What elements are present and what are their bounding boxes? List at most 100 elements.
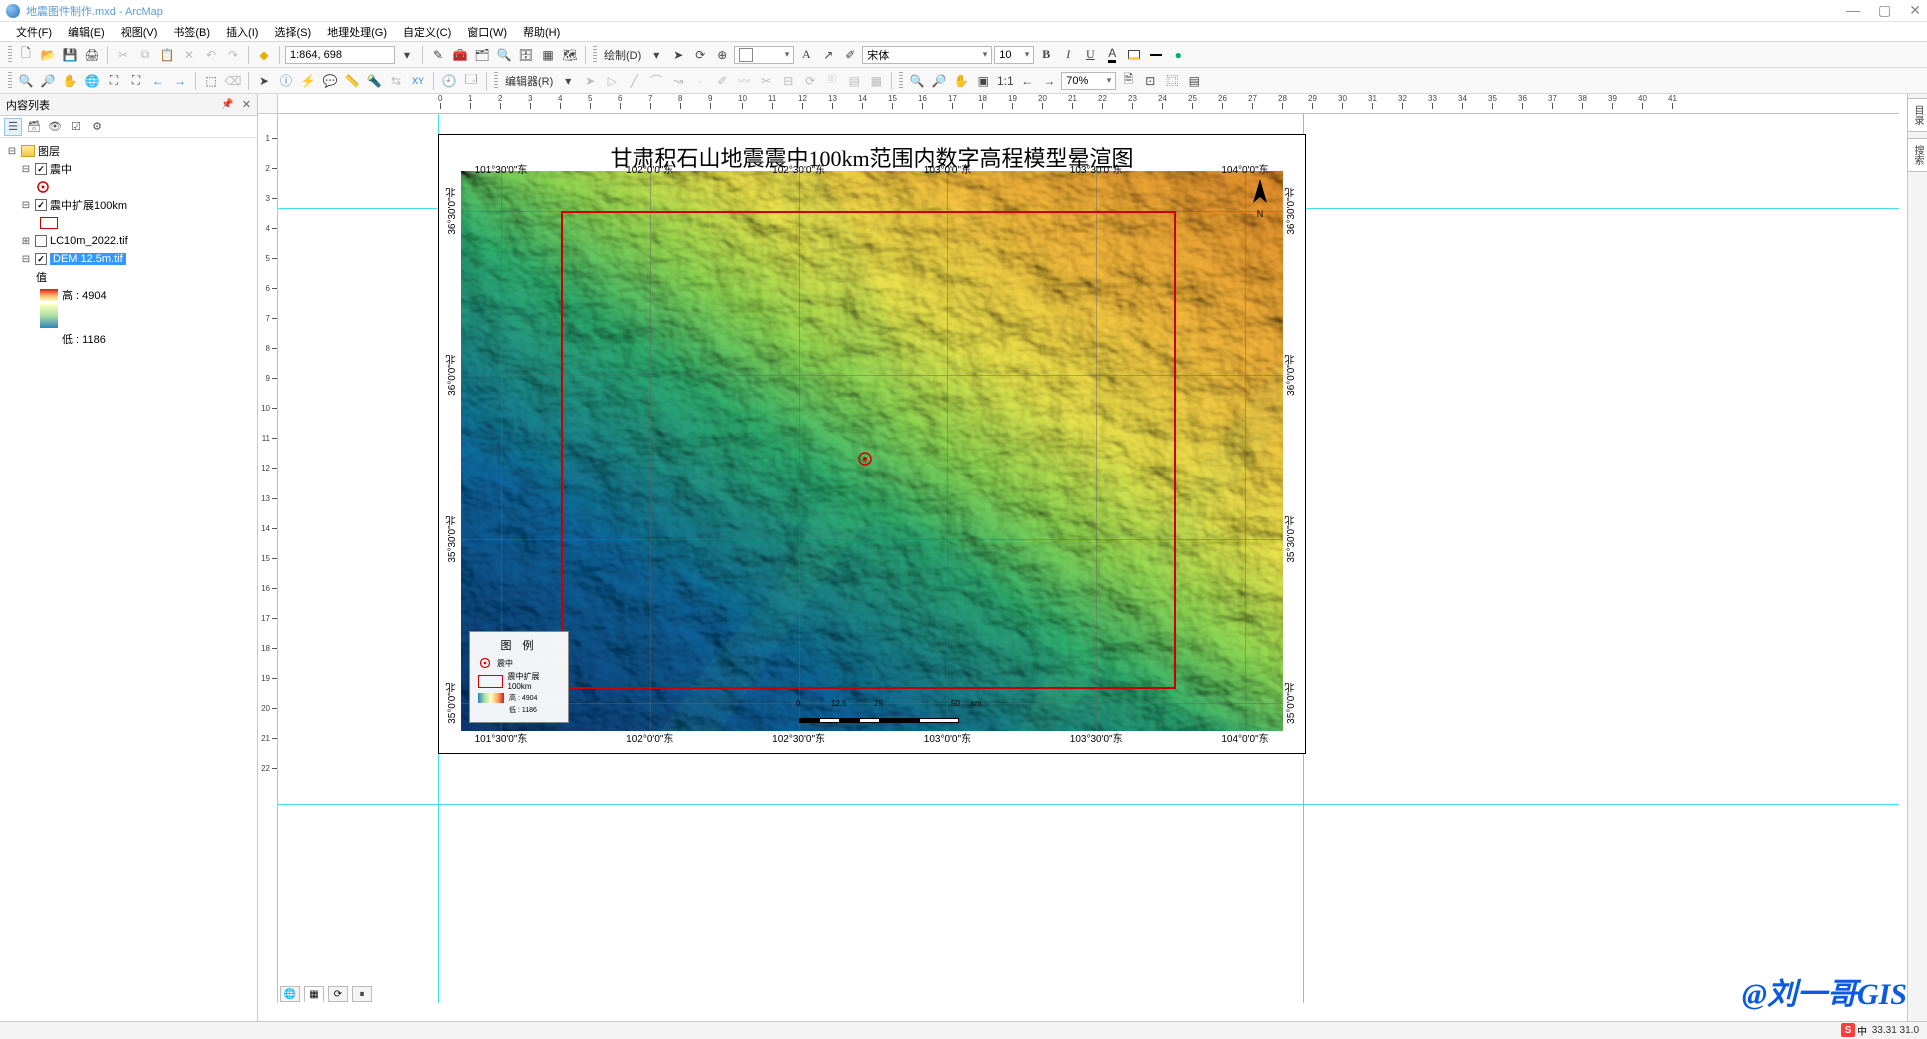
edit-vertices[interactable]: ✐ <box>840 45 860 65</box>
toc-layer-extent[interactable]: ⊟ 震中扩展100km <box>2 196 255 214</box>
menu-customize[interactable]: 自定义(C) <box>395 22 459 42</box>
north-arrow-icon[interactable]: N <box>1245 179 1275 219</box>
layout-whole-page[interactable]: ▣ <box>973 71 993 91</box>
refresh-view-button[interactable]: ⟳ <box>328 986 348 1002</box>
layout-100[interactable]: 1:1 <box>995 71 1015 91</box>
trace-tool[interactable]: ↝ <box>668 71 688 91</box>
find-button[interactable]: 🔦 <box>364 71 384 91</box>
full-extent-button[interactable]: 🌐 <box>82 71 102 91</box>
dock-tab-catalog[interactable]: 目录 <box>1907 98 1927 132</box>
editor-dropdown[interactable]: ▾ <box>558 71 578 91</box>
menu-help[interactable]: 帮助(H) <box>515 22 568 42</box>
print-button[interactable]: 🖨 <box>82 45 102 65</box>
edit-vertices2[interactable]: ✐ <box>712 71 732 91</box>
toc-list-by-selection[interactable]: ☑ <box>67 118 85 136</box>
layer-checkbox[interactable] <box>35 235 47 247</box>
create-viewer-button[interactable]: 🗔 <box>461 71 481 91</box>
search-button[interactable]: 🔍 <box>494 45 514 65</box>
open-button[interactable]: 📂 <box>38 45 58 65</box>
change-layout[interactable]: ⿴ <box>1162 71 1182 91</box>
marker-color-button[interactable]: ● <box>1168 45 1188 65</box>
scale-dropdown[interactable]: ▾ <box>397 45 417 65</box>
line-color-button[interactable] <box>1146 45 1166 65</box>
layout-pan[interactable]: ✋ <box>951 71 971 91</box>
fixed-zoom-out[interactable]: ⛶ <box>126 71 146 91</box>
toc-list-by-visibility[interactable]: 👁 <box>46 118 64 136</box>
menu-window[interactable]: 窗口(W) <box>459 22 515 42</box>
layout-view-tab[interactable]: ▦ <box>304 986 324 1002</box>
bold-button[interactable]: B <box>1036 45 1056 65</box>
menu-bookmarks[interactable]: 书签(B) <box>165 22 218 42</box>
rotate-button[interactable]: ⟳ <box>690 45 710 65</box>
layout-canvas[interactable]: 甘肃积石山地震震中100km范围内数字高程模型晕渲图 <box>278 114 1899 1003</box>
toggle-draft-mode[interactable]: 🗎 <box>1118 71 1138 91</box>
fixed-zoom-in[interactable]: ⛶ <box>104 71 124 91</box>
focus-data-frame[interactable]: ⊡ <box>1140 71 1160 91</box>
catalog-button[interactable]: 🗂 <box>472 45 492 65</box>
layout-view[interactable]: 0123456789101112131415161718192021222324… <box>258 94 1907 1021</box>
data-driven-pages[interactable]: ▤ <box>1184 71 1204 91</box>
html-popup-button[interactable]: 💬 <box>320 71 340 91</box>
menu-insert[interactable]: 插入(I) <box>218 22 266 42</box>
hyperlink-button[interactable]: ⚡ <box>298 71 318 91</box>
font-family-select[interactable]: 宋体 <box>862 46 992 64</box>
reshape-tool[interactable]: 〰 <box>734 71 754 91</box>
pointer-button[interactable]: ➤ <box>254 71 274 91</box>
zoom-in-button[interactable]: 🔍 <box>16 71 36 91</box>
layout-back[interactable]: ← <box>1017 71 1037 91</box>
menu-geoprocessing[interactable]: 地理处理(G) <box>319 22 395 42</box>
back-extent[interactable]: ← <box>148 71 168 91</box>
paste-button[interactable]: 📋 <box>157 45 177 65</box>
go-to-xy-button[interactable]: XY <box>408 71 428 91</box>
data-view-tab[interactable]: 🌐 <box>280 986 300 1002</box>
close-button[interactable]: ✕ <box>1909 2 1921 19</box>
rotate-tool[interactable]: ⟳ <box>800 71 820 91</box>
scale-bar[interactable]: 0 12.5 25 50 km <box>799 709 959 723</box>
fwd-extent[interactable]: → <box>170 71 190 91</box>
toc-options[interactable]: ⚙ <box>88 118 106 136</box>
menu-view[interactable]: 视图(V) <box>113 22 166 42</box>
measure-button[interactable]: 📏 <box>342 71 362 91</box>
maximize-button[interactable]: ▢ <box>1878 2 1891 19</box>
map-title[interactable]: 甘肃积石山地震震中100km范围内数字高程模型晕渲图 <box>439 141 1305 173</box>
arc-segment[interactable]: ⌒ <box>646 71 666 91</box>
minimize-button[interactable]: — <box>1846 2 1860 19</box>
toolbar-grip[interactable] <box>494 72 498 90</box>
editor-label[interactable]: 编辑器(R) <box>505 73 553 89</box>
layer-checkbox[interactable] <box>35 163 47 175</box>
menu-selection[interactable]: 选择(S) <box>266 22 319 42</box>
layer-checkbox[interactable] <box>35 199 47 211</box>
python-button[interactable]: ▦ <box>538 45 558 65</box>
redo-button[interactable]: ↷ <box>223 45 243 65</box>
toc-layer-lc10m[interactable]: ⊞ LC10m_2022.tif <box>2 232 255 250</box>
scale-input[interactable] <box>285 46 395 64</box>
map-legend[interactable]: 图 例 震中 震中扩展100km 高 : 4904 <box>469 631 569 723</box>
toolbar-grip[interactable] <box>8 72 12 90</box>
new-button[interactable]: 🗋 <box>16 45 36 65</box>
copy-button[interactable]: ⧉ <box>135 45 155 65</box>
toc-layer-epicenter[interactable]: ⊟ 震中 <box>2 160 255 178</box>
italic-button[interactable]: I <box>1058 45 1078 65</box>
save-button[interactable]: 💾 <box>60 45 80 65</box>
layout-zoom-out[interactable]: 🔎 <box>929 71 949 91</box>
sketch-properties[interactable]: ▤ <box>844 71 864 91</box>
underline-button[interactable]: U <box>1080 45 1100 65</box>
toolbox-button[interactable]: 🧰 <box>450 45 470 65</box>
map-frame[interactable]: 甘肃积石山地震震中100km范围内数字高程模型晕渲图 <box>438 134 1306 754</box>
toolbar-grip[interactable] <box>899 72 903 90</box>
toc-layer-dem[interactable]: ⊟ DEM 12.5m.tif <box>2 250 255 268</box>
layout-fwd[interactable]: → <box>1039 71 1059 91</box>
time-slider-button[interactable]: 🕘 <box>439 71 459 91</box>
undo-button[interactable]: ↶ <box>201 45 221 65</box>
map-body[interactable] <box>461 171 1283 731</box>
toolbar-grip[interactable] <box>8 46 12 64</box>
edit-tool[interactable]: ➤ <box>580 71 600 91</box>
guide-line[interactable] <box>278 804 1899 805</box>
clear-selection-button[interactable]: ⌫ <box>223 71 243 91</box>
fill-color-button[interactable] <box>1124 45 1144 65</box>
ime-indicator[interactable]: S 中 <box>1841 1022 1867 1038</box>
pause-drawing-button[interactable]: ⏸ <box>352 986 372 1002</box>
shape-dropdown[interactable] <box>734 46 794 64</box>
dock-tab-search[interactable]: 搜索 <box>1907 138 1927 172</box>
select-element-button[interactable]: ➤ <box>668 45 688 65</box>
